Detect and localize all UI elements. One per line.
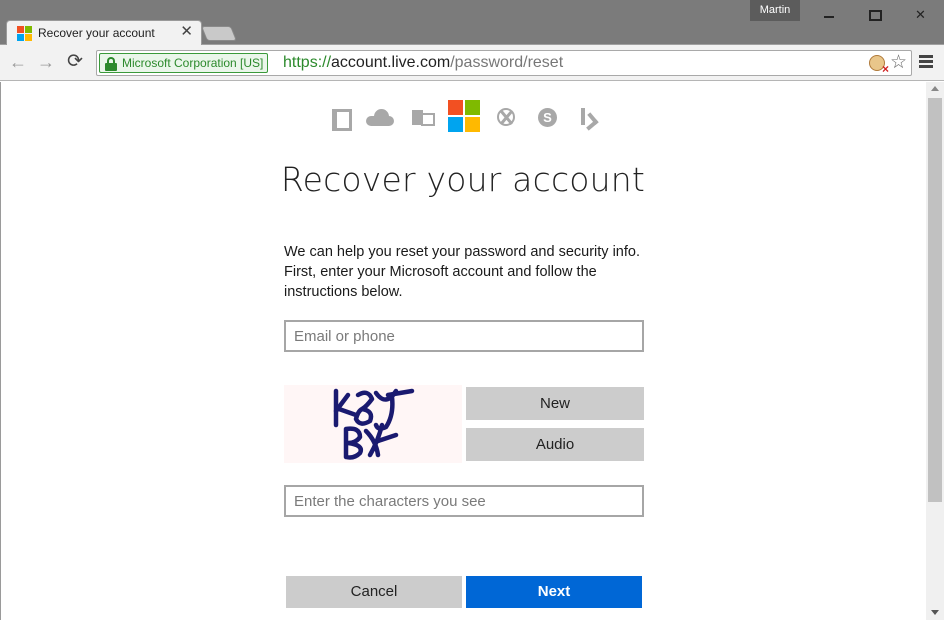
onedrive-icon [366, 108, 396, 126]
microsoft-favicon-icon [17, 26, 33, 42]
url-host: account.live.com [331, 54, 451, 71]
blocked-plugin-icon[interactable] [869, 55, 889, 76]
url-text[interactable]: https://account.live.com/password/reset [283, 53, 563, 73]
bookmark-star-icon[interactable]: ☆ [890, 51, 907, 75]
vertical-scrollbar[interactable] [926, 82, 944, 620]
profile-button[interactable]: Martin [750, 0, 800, 21]
scrollbar-thumb[interactable] [928, 98, 942, 502]
email-or-phone-input[interactable] [284, 320, 644, 352]
xbox-icon [497, 108, 515, 126]
address-bar[interactable]: Microsoft Corporation [US] https://accou… [96, 50, 912, 76]
maximize-icon[interactable] [852, 0, 897, 30]
browser-menu-icon[interactable] [919, 55, 933, 69]
tab-recover-account[interactable]: Recover your account ✕ [6, 20, 202, 46]
tab-close-icon[interactable]: ✕ [180, 23, 193, 41]
window-close-icon[interactable]: ✕ [898, 0, 943, 30]
ev-certificate-label: Microsoft Corporation [US] [122, 56, 264, 70]
captcha-input[interactable] [284, 485, 644, 517]
microsoft-logo-icon [448, 100, 480, 132]
outlook-icon [412, 108, 435, 126]
new-tab-button[interactable] [200, 26, 238, 41]
ev-certificate-badge[interactable]: Microsoft Corporation [US] [99, 53, 269, 73]
captcha-glyphs [333, 388, 415, 460]
intro-text: We can help you reset your password and … [284, 244, 640, 300]
next-button[interactable]: Next [466, 576, 642, 608]
bing-icon [580, 108, 598, 126]
tab-strip: Recover your account ✕ Martin ✕ [0, 0, 944, 46]
new-captcha-button[interactable]: New [466, 387, 644, 420]
url-path: /password/reset [450, 54, 564, 71]
forward-arrow-icon[interactable]: → [34, 50, 58, 74]
captcha-image [284, 385, 462, 463]
scroll-up-arrow-icon[interactable] [931, 86, 939, 91]
office-icon [330, 108, 352, 131]
scroll-down-arrow-icon[interactable] [931, 610, 939, 615]
browser-toolbar: ← → ⟳ Microsoft Corporation [US] https:/… [0, 45, 944, 81]
lock-icon [105, 57, 117, 71]
skype-icon: S [538, 108, 557, 127]
tab-title: Recover your account [38, 26, 155, 40]
cancel-button[interactable]: Cancel [286, 576, 462, 608]
reload-icon[interactable]: ⟳ [63, 50, 87, 74]
minimize-icon[interactable] [807, 0, 852, 30]
product-icon-row: S [326, 100, 606, 134]
back-arrow-icon[interactable]: ← [6, 50, 30, 74]
page-title: Recover your account [280, 160, 646, 199]
url-scheme: https:// [283, 54, 332, 71]
audio-captcha-button[interactable]: Audio [466, 428, 644, 461]
